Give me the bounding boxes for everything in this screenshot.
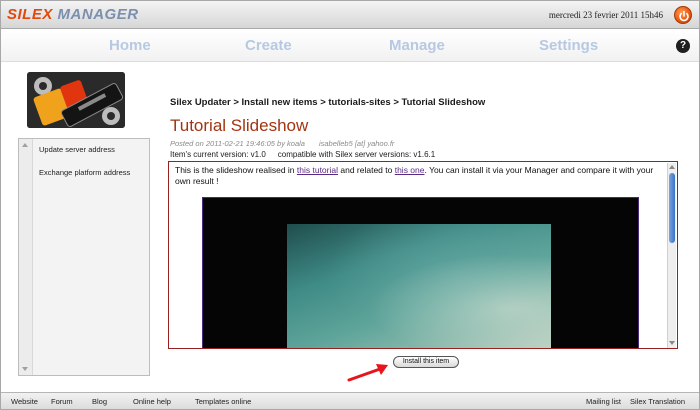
description-scrollbar[interactable] [667, 163, 676, 348]
author-email: isabelleb5 [at] yahoo.fr [318, 139, 395, 148]
desc-text-middle: and related to [338, 165, 395, 175]
desc-text-start: This is the slideshow realised in [175, 165, 297, 175]
footer: Website Forum Blog Online help Templates… [1, 392, 699, 409]
nav-manage[interactable]: Manage [389, 37, 445, 54]
related-link[interactable]: this one [395, 165, 425, 175]
nav-home[interactable]: Home [109, 37, 151, 54]
sidebar-item-exchange-platform[interactable]: Exchange platform address [39, 168, 130, 177]
footer-blog[interactable]: Blog [92, 397, 107, 406]
footer-templates-online[interactable]: Templates online [195, 397, 251, 406]
footer-website[interactable]: Website [11, 397, 38, 406]
posted-info: Posted on 2011-02-21 19:46:05 by koala [170, 139, 305, 148]
slideshow-preview[interactable] [202, 197, 639, 348]
sidebar-rail [19, 139, 33, 375]
sidebar-item-update-server[interactable]: Update server address [39, 145, 115, 154]
logo-manager: MANAGER [57, 6, 139, 23]
red-arrow-icon [347, 364, 388, 382]
rail-up-icon[interactable] [22, 143, 28, 147]
footer-forum[interactable]: Forum [51, 397, 73, 406]
page-title: Tutorial Slideshow [170, 116, 309, 135]
version-info: Item's current version: v1.0 compatible w… [170, 150, 435, 159]
logo-silex: SILEX [7, 6, 53, 23]
scroll-up-icon[interactable] [669, 165, 675, 169]
description-frame: This is the slideshow realised in this t… [168, 161, 678, 349]
updater-badge [27, 72, 125, 128]
footer-silex-translation[interactable]: Silex Translation [630, 397, 685, 406]
scroll-thumb[interactable] [669, 173, 675, 243]
sidebar-panel: Update server address Exchange platform … [18, 138, 150, 376]
post-meta: Posted on 2011-02-21 19:46:05 by koala is… [170, 139, 394, 148]
scroll-down-icon[interactable] [669, 341, 675, 345]
breadcrumb: Silex Updater > Install new items > tuto… [170, 97, 486, 108]
help-icon[interactable]: ? [676, 39, 690, 53]
top-bar: SILEX MANAGER mercredi 23 fevrier 2011 1… [1, 1, 699, 29]
footer-mailing-list[interactable]: Mailing list [586, 397, 621, 406]
description-text: This is the slideshow realised in this t… [175, 165, 655, 187]
item-version: Item's current version: v1.0 [170, 150, 266, 159]
footer-online-help[interactable]: Online help [133, 397, 171, 406]
power-icon[interactable] [674, 6, 692, 24]
rail-down-icon[interactable] [22, 367, 28, 371]
date-time: mercredi 23 fevrier 2011 15h46 [548, 10, 663, 20]
tutorial-link[interactable]: this tutorial [297, 165, 338, 175]
install-button[interactable]: Install this item [393, 356, 459, 368]
compatibility: compatible with Silex server versions: v… [277, 150, 436, 159]
nav-settings[interactable]: Settings [539, 37, 598, 54]
main-nav: Home Create Manage Settings ? [1, 30, 699, 62]
preview-image [287, 224, 551, 348]
app-logo: SILEX MANAGER [7, 6, 139, 23]
nav-create[interactable]: Create [245, 37, 292, 54]
